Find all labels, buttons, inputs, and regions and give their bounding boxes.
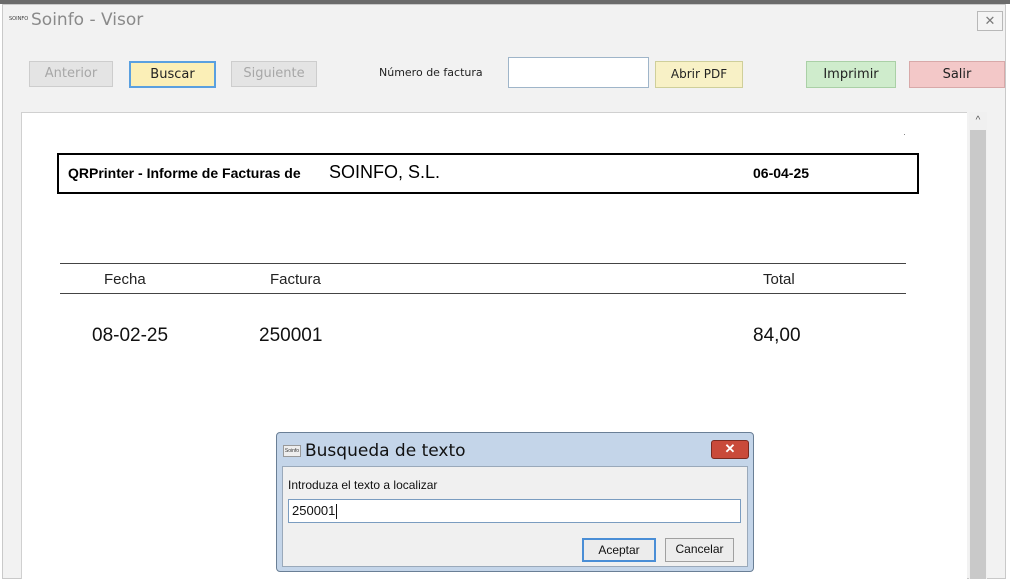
row-total: 84,00: [753, 325, 801, 346]
window-title: Soinfo - Visor: [31, 10, 144, 30]
invoice-number-input[interactable]: [508, 57, 649, 88]
dialog-title: Busqueda de texto: [305, 441, 466, 461]
search-text-dialog: Soinfo Busqueda de texto ✕ Introduza el …: [276, 432, 754, 572]
header-rule-bottom: [60, 293, 906, 294]
scroll-thumb[interactable]: [970, 130, 986, 579]
open-pdf-button[interactable]: Abrir PDF: [655, 61, 743, 88]
invoice-number-label: Número de factura: [379, 66, 483, 79]
column-header-factura: Factura: [270, 271, 321, 288]
dialog-app-icon: Soinfo: [283, 445, 301, 457]
cancel-button[interactable]: Cancelar: [665, 538, 734, 562]
accept-button[interactable]: Aceptar: [582, 538, 656, 562]
column-header-fecha: Fecha: [104, 271, 146, 288]
company-name: SOINFO, S.L.: [329, 162, 441, 182]
print-button[interactable]: Imprimir: [806, 61, 896, 88]
title-bar: SOINFO Soinfo - Visor ✕: [3, 5, 1005, 37]
app-logo-icon: SOINFO: [9, 16, 29, 22]
scroll-up-icon[interactable]: ^: [969, 112, 987, 130]
report-header: QRPrinter - Informe de Facturas de SOINF…: [57, 153, 919, 194]
vertical-scrollbar[interactable]: ^: [969, 112, 987, 579]
window-close-icon[interactable]: ✕: [977, 11, 1003, 31]
dialog-body: Introduza el texto a localizar 250001 Ac…: [282, 466, 748, 567]
exit-button[interactable]: Salir: [909, 61, 1005, 88]
dialog-close-icon[interactable]: ✕: [711, 440, 749, 459]
next-button[interactable]: Siguiente: [231, 61, 317, 87]
column-header-total: Total: [763, 271, 795, 288]
search-text-input[interactable]: 250001: [288, 499, 741, 523]
page-mark: [904, 134, 905, 135]
previous-button[interactable]: Anterior: [29, 61, 113, 87]
header-rule-top: [60, 263, 906, 264]
report-title: QRPrinter - Informe de Facturas de: [68, 165, 301, 181]
row-factura: 250001: [259, 325, 323, 346]
row-fecha: 08-02-25: [92, 325, 169, 346]
search-button[interactable]: Buscar: [129, 61, 216, 88]
search-prompt-label: Introduza el texto a localizar: [288, 478, 438, 492]
report-date: 06-04-25: [753, 165, 810, 181]
